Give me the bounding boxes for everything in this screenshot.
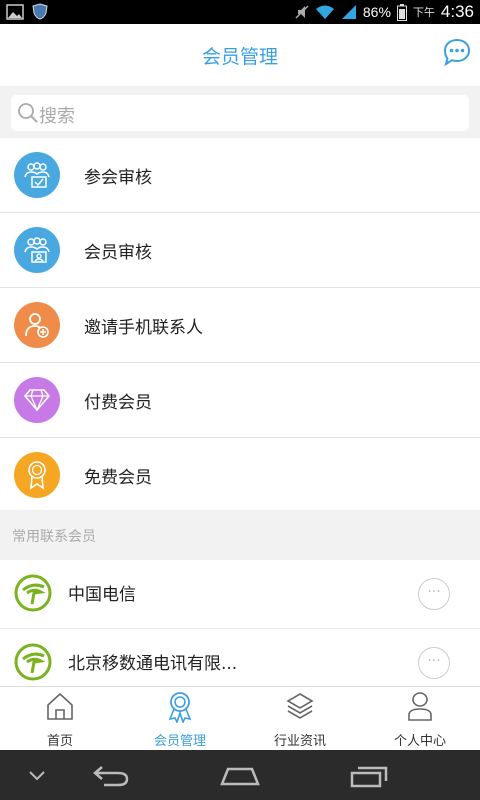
chevron-down-icon[interactable] bbox=[28, 770, 46, 782]
more-options-button[interactable]: ··· bbox=[418, 647, 450, 679]
member-menu: 参会审核 会员审核 邀请手机联系人 付费会员 免费会员 bbox=[0, 138, 480, 513]
contact-name: 中国电信 bbox=[68, 585, 136, 605]
menu-item-label: 付费会员 bbox=[84, 393, 152, 413]
diamond-icon bbox=[14, 377, 60, 423]
contact-name: 北京移数通电讯有限... bbox=[68, 654, 238, 674]
award-icon bbox=[14, 452, 60, 498]
bottom-tab-bar: 首页 会员管理 行业资讯 个人中心 bbox=[0, 686, 480, 751]
more-options-button[interactable]: ··· bbox=[418, 578, 450, 610]
mute-icon bbox=[295, 5, 309, 19]
layers-icon bbox=[286, 693, 314, 719]
menu-item-member-review[interactable]: 会员审核 bbox=[0, 213, 480, 288]
tab-home[interactable]: 首页 bbox=[0, 687, 120, 751]
menu-item-invite-contacts[interactable]: 邀请手机联系人 bbox=[0, 288, 480, 363]
menu-item-meeting-review[interactable]: 参会审核 bbox=[0, 138, 480, 213]
member-review-icon bbox=[14, 227, 60, 273]
add-user-icon bbox=[14, 302, 60, 348]
tab-label: 首页 bbox=[46, 734, 73, 749]
system-navigation-bar bbox=[0, 750, 480, 800]
wifi-icon bbox=[315, 5, 334, 19]
list-item[interactable]: 中国电信 ··· bbox=[0, 560, 480, 629]
menu-item-label: 参会审核 bbox=[84, 168, 152, 188]
group-review-icon bbox=[14, 152, 60, 198]
badge-icon bbox=[168, 692, 192, 723]
home-button-icon[interactable] bbox=[220, 766, 260, 786]
image-notification-icon bbox=[6, 3, 24, 20]
tab-label: 个人中心 bbox=[393, 734, 446, 749]
section-title: 常用联系会员 bbox=[12, 529, 96, 545]
menu-item-label: 会员审核 bbox=[84, 243, 152, 263]
shield-notification-icon bbox=[32, 3, 48, 20]
menu-item-label: 邀请手机联系人 bbox=[84, 318, 203, 338]
signal-icon bbox=[341, 5, 356, 19]
search-icon bbox=[18, 103, 38, 123]
clock: 4:36 bbox=[440, 2, 474, 21]
app-header: 会员管理 bbox=[0, 24, 480, 87]
back-icon[interactable] bbox=[92, 764, 130, 788]
tab-label: 会员管理 bbox=[153, 734, 206, 749]
chat-bubble-icon[interactable] bbox=[442, 37, 472, 67]
am-pm: 下午 bbox=[412, 7, 435, 19]
battery-icon bbox=[396, 3, 407, 21]
menu-item-free-members[interactable]: 免费会员 bbox=[0, 438, 480, 513]
recent-apps-icon[interactable] bbox=[350, 764, 388, 788]
search-bar-container: 搜索 bbox=[0, 86, 480, 138]
battery-percent: 86% bbox=[362, 4, 391, 20]
china-telecom-logo-icon bbox=[14, 574, 52, 612]
tab-industry-news[interactable]: 行业资讯 bbox=[240, 687, 360, 751]
list-item[interactable]: 北京移数通电讯有限... ··· bbox=[0, 629, 480, 686]
search-placeholder: 搜索 bbox=[39, 106, 75, 127]
menu-item-label: 免费会员 bbox=[84, 468, 152, 488]
tab-personal-center[interactable]: 个人中心 bbox=[360, 687, 480, 751]
contact-list: 中国电信 ··· 北京移数通电讯有限... ··· bbox=[0, 560, 480, 686]
status-bar: 86% 下午 4:36 bbox=[0, 0, 480, 24]
search-input[interactable]: 搜索 bbox=[11, 95, 469, 131]
page-title: 会员管理 bbox=[201, 46, 278, 68]
person-icon bbox=[408, 692, 432, 721]
frequent-contacts-header: 常用联系会员 bbox=[0, 510, 480, 560]
home-icon bbox=[47, 692, 73, 720]
tab-label: 行业资讯 bbox=[273, 734, 326, 749]
tab-member-management[interactable]: 会员管理 bbox=[120, 687, 240, 751]
menu-item-paid-members[interactable]: 付费会员 bbox=[0, 363, 480, 438]
china-telecom-logo-icon bbox=[14, 643, 52, 681]
